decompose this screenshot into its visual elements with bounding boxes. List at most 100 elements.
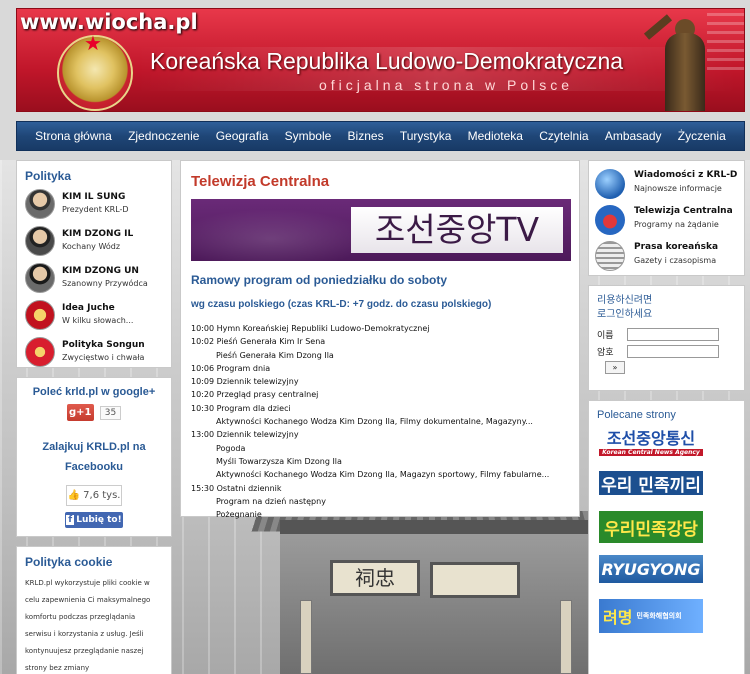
politics-item-sub: Szanowny Przywódca bbox=[62, 279, 148, 288]
facebook-count: 7,6 tys. bbox=[83, 490, 121, 501]
news-item-sub: Gazety i czasopisma bbox=[634, 256, 717, 265]
news-item-name: Prasa koreańska bbox=[634, 242, 719, 252]
kcna-logo-sub: Korean Central News Agency bbox=[599, 448, 703, 456]
username-label: 이름 bbox=[597, 331, 614, 341]
politics-item-name: Idea Juche bbox=[62, 303, 115, 313]
schedule-item: 10:09 Dziennik telewizyjny bbox=[191, 377, 299, 387]
schedule-item: 10:30 Program dla dzieci bbox=[191, 403, 291, 413]
facebook-like-label: Lubię to! bbox=[76, 515, 122, 525]
politics-item-sub: W kilku słowach... bbox=[62, 316, 134, 325]
schedule-item: 10:00 Hymn Koreańskiej Republiki Ludowo-… bbox=[191, 324, 430, 333]
site-subtitle: oficjalna strona w Polsce bbox=[319, 77, 574, 93]
kim-il-sung-portrait-icon bbox=[25, 188, 55, 219]
schedule-item: Pożegnanie bbox=[216, 510, 262, 520]
recommended-title: Polecane strony bbox=[597, 409, 676, 421]
cookie-box: Polityka cookie KRLD.pl wykorzystuje pli… bbox=[16, 546, 172, 674]
politics-item-name: KIM DZONG IL bbox=[62, 229, 134, 239]
login-heading-line: 리용하신려면 bbox=[597, 295, 653, 306]
news-item-sub: Najnowsze informacje bbox=[634, 184, 722, 193]
schedule-subtitle: wg czasu polskiego (czas KRL-D: +7 godz.… bbox=[191, 299, 492, 310]
nav-symbols[interactable]: Symbole bbox=[285, 129, 332, 143]
background-sign: 祠忠 bbox=[330, 560, 420, 596]
juche-emblem-icon bbox=[25, 299, 55, 330]
password-input[interactable] bbox=[627, 345, 719, 358]
politics-item-sub: Prezydent KRL-D bbox=[62, 205, 129, 214]
politics-item[interactable]: Polityka Songun Zwycięstwo i chwała bbox=[25, 335, 163, 368]
schedule-list: 10:00 Hymn Koreańskiej Republiki Ludowo-… bbox=[191, 322, 569, 521]
kcna-logo-link[interactable]: 조선중앙통신 Korean Central News Agency bbox=[599, 425, 703, 456]
ryugyong-logo-link[interactable]: RYUGYONG bbox=[599, 555, 703, 583]
news-item[interactable]: Prasa koreańska Gazety i czasopisma bbox=[595, 241, 738, 275]
page-title: Telewizja Centralna bbox=[191, 173, 330, 190]
politics-item-sub: Zwycięstwo i chwała bbox=[62, 353, 145, 362]
kim-dzong-il-portrait-icon bbox=[25, 225, 55, 256]
login-heading: 리용하신려면 로그인하세요 bbox=[597, 294, 736, 322]
nav-geography[interactable]: Geografia bbox=[216, 129, 269, 143]
main-content: Telewizja Centralna 조선중앙TV Ramowy progra… bbox=[180, 160, 580, 519]
facebook-like-button[interactable]: f Lubię to! bbox=[65, 512, 123, 528]
politics-item-name: KIM IL SUNG bbox=[62, 192, 126, 202]
news-item-name: Telewizja Centralna bbox=[634, 206, 733, 216]
politics-item-name: Polityka Songun bbox=[62, 340, 145, 350]
ryomyong-logo-text: 려명 bbox=[603, 608, 633, 627]
nav-media[interactable]: Medioteka bbox=[468, 129, 523, 143]
politics-box: Polityka KIM IL SUNG Prezydent KRL-D KIM … bbox=[16, 160, 172, 368]
kctv-logo: 조선중앙TV bbox=[351, 207, 563, 253]
gplus-button[interactable]: g+1 bbox=[66, 404, 94, 421]
background-pillar bbox=[560, 600, 572, 674]
schedule-item: Pieśń Generała Kim Dzong Ila bbox=[216, 350, 334, 360]
login-submit-button[interactable]: » bbox=[605, 361, 625, 374]
login-heading-line: 로그인하세요 bbox=[597, 309, 653, 320]
ryomyong-logo-link[interactable]: 려명 민족화해협의회 bbox=[599, 599, 703, 633]
schedule-item: Aktywności Kochanego Wodza Kim Dzong Ila… bbox=[216, 470, 550, 480]
nav-reunification[interactable]: Zjednoczenie bbox=[128, 129, 199, 143]
kctv-banner: 조선중앙TV bbox=[191, 199, 571, 261]
news-item[interactable]: Telewizja Centralna Programy na żądanie bbox=[595, 205, 738, 239]
schedule-item: 13:00 Dziennik telewizyjny bbox=[191, 430, 299, 440]
facebook-title[interactable]: Zalajkuj KRLD.pl na Facebooku bbox=[23, 437, 165, 477]
news-item[interactable]: Wiadomości z KRL-D Najnowsze informacje bbox=[595, 169, 738, 203]
tv-icon bbox=[595, 205, 625, 235]
watermark: www.wiocha.pl bbox=[20, 10, 198, 34]
username-input[interactable] bbox=[627, 328, 719, 341]
statue-image bbox=[635, 11, 744, 111]
schedule-item: 15:30 Ostatni dziennik bbox=[191, 483, 282, 493]
news-item-name: Wiadomości z KRL-D bbox=[634, 170, 738, 180]
background-pillar bbox=[300, 600, 312, 674]
uriminzokkiri-logo-link[interactable]: 우리 민족끼리 bbox=[599, 471, 703, 496]
nav-wishes[interactable]: Życzenia bbox=[678, 129, 726, 143]
schedule-item: 10:02 Pieśń Generała Kim Ir Sena bbox=[191, 337, 326, 347]
news-box: Wiadomości z KRL-D Najnowsze informacje T… bbox=[588, 160, 745, 276]
kim-dzong-un-portrait-icon bbox=[25, 262, 55, 293]
facebook-f-icon: f bbox=[66, 515, 75, 525]
globe-icon bbox=[595, 169, 625, 199]
password-label: 암호 bbox=[597, 348, 614, 358]
nav-business[interactable]: Biznes bbox=[348, 129, 384, 143]
urimin-gangdang-logo-text: 우리민족강당 bbox=[604, 519, 698, 540]
nav-embassies[interactable]: Ambasady bbox=[605, 129, 662, 143]
login-box: 리용하신려면 로그인하세요 이름 암호 » bbox=[588, 285, 745, 391]
politics-item[interactable]: KIM IL SUNG Prezydent KRL-D bbox=[25, 187, 163, 220]
thumbs-up-icon: 👍 bbox=[67, 490, 80, 501]
nav-reading-room[interactable]: Czytelnia bbox=[539, 129, 588, 143]
ryugyong-logo-text: RYUGYONG bbox=[601, 559, 701, 579]
politics-item-sub: Kochany Wódz bbox=[62, 242, 121, 251]
uriminzokkiri-logo-text: 우리 민족끼리 bbox=[601, 475, 701, 496]
politics-item[interactable]: KIM DZONG IL Kochany Wódz bbox=[25, 224, 163, 257]
schedule-item: Program na dzień następny bbox=[216, 496, 326, 506]
recommended-box: Polecane strony 조선중앙통신 Korean Central Ne… bbox=[588, 400, 745, 674]
site-title[interactable]: Koreańska Republika Ludowo-Demokratyczna bbox=[150, 48, 623, 75]
cookie-title: Polityka cookie bbox=[25, 555, 113, 569]
main-nav: Strona główna Zjednoczenie Geografia Sym… bbox=[16, 121, 745, 151]
gplus-count: 35 bbox=[99, 405, 122, 420]
politics-item[interactable]: Idea Juche W kilku słowach... bbox=[25, 298, 163, 331]
news-item-sub: Programy na żądanie bbox=[634, 220, 719, 229]
urimin-gangdang-logo-link[interactable]: 우리민족강당 bbox=[599, 511, 703, 543]
schedule-item: 10:06 Program dnia bbox=[191, 363, 271, 373]
schedule-item: Aktywności Kochanego Wodza Kim Dzong Ila… bbox=[216, 417, 533, 427]
nav-home[interactable]: Strona główna bbox=[35, 129, 112, 143]
nav-tourism[interactable]: Turystyka bbox=[400, 129, 452, 143]
ryomyong-logo-sub: 민족화해협의회 bbox=[636, 612, 682, 620]
politics-item[interactable]: KIM DZONG UN Szanowny Przywódca bbox=[25, 261, 163, 294]
background-sign-secondary bbox=[430, 562, 520, 598]
